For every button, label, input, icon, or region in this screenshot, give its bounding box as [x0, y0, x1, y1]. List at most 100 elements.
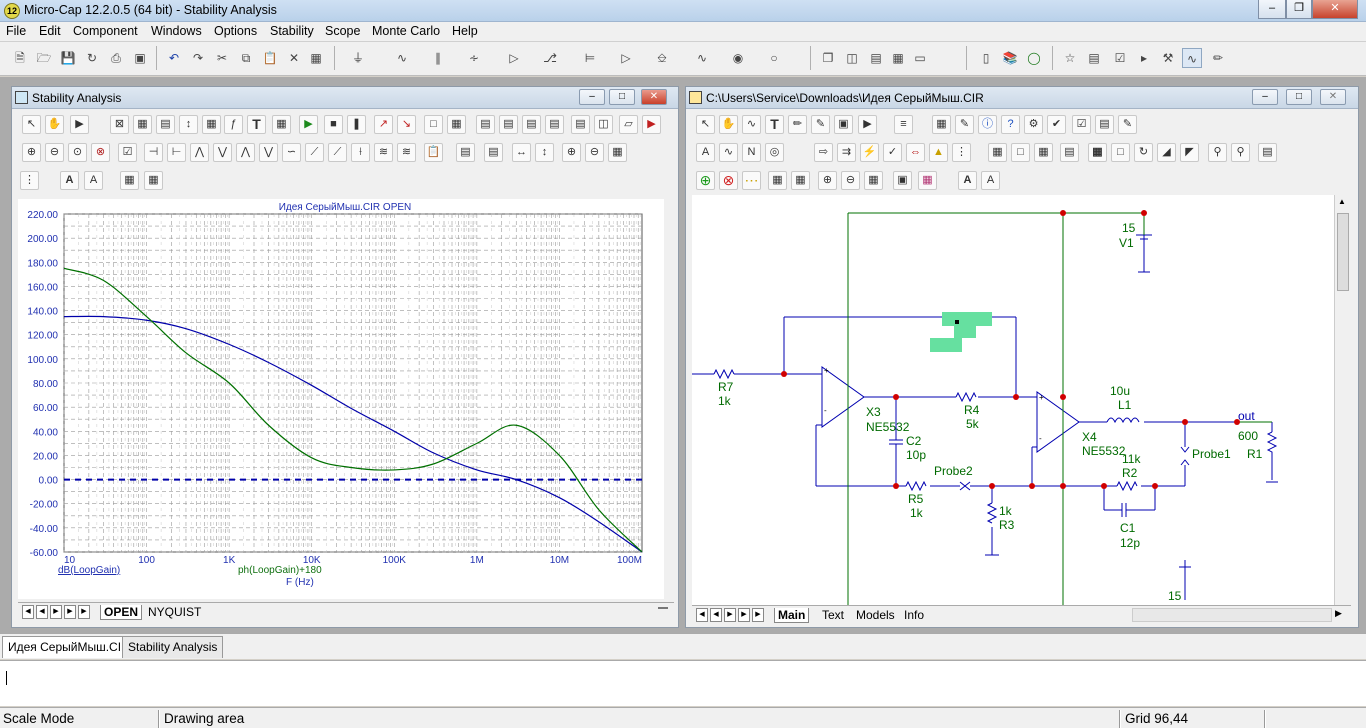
fit-y-icon[interactable]: ↕ [535, 143, 554, 162]
r7-value[interactable]: 1k [718, 394, 732, 408]
node-numbers-icon[interactable]: N [742, 143, 761, 162]
v1-value[interactable]: 15 [1122, 221, 1136, 235]
remove-icon[interactable]: ⊗ [719, 171, 738, 190]
peak-icon[interactable]: ⋀ [190, 143, 209, 162]
stability-plot[interactable]: Идея СерыйМыш.CIR OPEN 220.00 200.00 180.0… [18, 199, 664, 599]
options-icon[interactable]: ☑ [118, 143, 137, 162]
zoom-in-icon[interactable]: ⊕ [818, 171, 837, 190]
zoom-out-icon[interactable]: ⊖ [45, 143, 64, 162]
group-icon[interactable]: ▦ [120, 171, 139, 190]
edit-icon[interactable]: ✎ [1118, 115, 1137, 134]
zoom-reset-icon[interactable]: ⊗ [91, 143, 110, 162]
currents-icon[interactable]: ⇉ [837, 143, 856, 162]
node-names-icon[interactable]: ∿ [719, 143, 738, 162]
r5-name[interactable]: R5 [908, 492, 924, 506]
global-low-icon[interactable]: ⟊ [351, 143, 370, 162]
find-next-icon[interactable]: ⚲ [1231, 143, 1250, 162]
plot-format-icon[interactable]: ▤ [499, 115, 518, 134]
wizard-icon[interactable]: ☆ [1060, 48, 1080, 68]
undo-icon[interactable]: ↶ [164, 48, 184, 68]
inductor-icon[interactable]: ∻ [464, 48, 484, 68]
pan-icon[interactable]: ✋ [719, 115, 738, 134]
r4-name[interactable]: R4 [964, 403, 980, 417]
r3-value[interactable]: 1k [999, 504, 1013, 518]
last-page-icon[interactable]: ▶ [78, 605, 90, 619]
step-icon[interactable]: ↗ [374, 115, 393, 134]
grid-icon[interactable]: ⋮ [952, 143, 971, 162]
r4-value[interactable]: 5k [966, 417, 980, 431]
ungroup-icon[interactable]: ▦ [144, 171, 163, 190]
bottom-icon[interactable]: ≋ [397, 143, 416, 162]
x3-model[interactable]: NE5532 [866, 420, 910, 434]
zoom-in-icon[interactable]: ⊕ [22, 143, 41, 162]
x4-model[interactable]: NE5532 [1082, 444, 1126, 458]
save-icon[interactable]: 💾 [58, 48, 78, 68]
valley-icon[interactable]: ⋁ [213, 143, 232, 162]
attribute-text-icon[interactable]: A [696, 143, 715, 162]
rectangle-icon[interactable]: □ [1111, 143, 1130, 162]
pin-connections-icon[interactable]: ◎ [765, 143, 784, 162]
text-tool-icon[interactable]: T [247, 115, 266, 134]
fit-x-icon[interactable]: ↔ [512, 143, 531, 162]
scale-icon[interactable]: ⊠ [110, 115, 129, 134]
diode-icon[interactable]: ▷ [504, 48, 524, 68]
tab-text[interactable]: Text [822, 608, 844, 622]
minimize-icon[interactable]: – [1252, 89, 1278, 105]
component-panel-icon[interactable]: ▯ [976, 48, 996, 68]
font-icon[interactable]: A [958, 171, 977, 190]
restore-icon[interactable]: ❐ [1286, 0, 1312, 19]
plot-window-icon[interactable]: ▱ [619, 115, 638, 134]
r5-value[interactable]: 1k [910, 506, 924, 520]
zoom-box-icon[interactable]: ▦ [133, 115, 152, 134]
r3-name[interactable]: R3 [999, 518, 1015, 532]
next-page-icon[interactable]: ▶ [724, 608, 736, 622]
r2-name[interactable]: R2 [1122, 466, 1138, 480]
pause-icon[interactable]: ❚ [347, 115, 366, 134]
open-file-icon[interactable]: 🗁 [34, 48, 54, 68]
close-icon[interactable]: ✕ [1312, 0, 1358, 19]
close-icon[interactable]: ✕ [641, 89, 667, 105]
numeric-output-icon[interactable]: ▤ [484, 143, 503, 162]
paste-icon[interactable]: 📋 [260, 48, 280, 68]
font-icon[interactable]: A [60, 171, 79, 190]
menu-scope[interactable]: Scope [325, 24, 360, 38]
label-icon[interactable]: ▦ [202, 115, 221, 134]
properties-icon[interactable]: ▦ [272, 115, 291, 134]
picture-icon[interactable]: ▣ [834, 115, 853, 134]
tab-open[interactable]: OPEN [100, 605, 143, 620]
prev-page-icon[interactable]: ◀ [710, 608, 722, 622]
scroll-up-icon[interactable]: ▲ [1338, 197, 1346, 206]
high-icon[interactable]: ⋀ [236, 143, 255, 162]
restore-icon[interactable]: □ [1286, 89, 1312, 105]
font-size-icon[interactable]: A [981, 171, 1000, 190]
menu-edit[interactable]: Edit [39, 24, 61, 38]
node-icon[interactable]: ◉ [728, 48, 748, 68]
cursor-left-icon[interactable]: ⊣ [144, 143, 163, 162]
run-icon[interactable]: ▶ [299, 115, 318, 134]
node-numbers-icon[interactable]: ▸ [1134, 48, 1154, 68]
first-page-icon[interactable]: ◀ [22, 605, 34, 619]
globe-icon[interactable]: ◯ [1024, 48, 1044, 68]
x3-name[interactable]: X3 [866, 405, 881, 419]
horizontal-scrollbar[interactable] [1132, 608, 1332, 622]
battery-icon[interactable]: ⊨ [580, 48, 600, 68]
list-icon[interactable]: ▤ [1095, 115, 1114, 134]
redo-icon[interactable]: ↷ [188, 48, 208, 68]
magnify-box-icon[interactable]: ▦ [608, 143, 627, 162]
group-icon[interactable]: ▦ [768, 171, 787, 190]
tile-horizontal-icon[interactable]: ▤ [866, 48, 886, 68]
step-back-icon[interactable]: ↘ [397, 115, 416, 134]
save-all-icon[interactable]: ↻ [82, 48, 102, 68]
out-node-label[interactable]: out [1238, 409, 1255, 423]
node-voltages-icon[interactable]: ⇨ [814, 143, 833, 162]
new-file-icon[interactable]: 🗎 [10, 48, 30, 68]
schematic-canvas[interactable]: 15 V1 R7 1k X3 NE5532 C2 10p R4 5k X4 NE… [692, 195, 1334, 605]
r7-name[interactable]: R7 [718, 380, 734, 394]
camera-icon[interactable]: ▣ [893, 171, 912, 190]
clipboard-icon[interactable]: 📋 [424, 143, 443, 162]
print-preview-icon[interactable]: ▣ [130, 48, 150, 68]
pin-markers-icon[interactable]: ⇔ [906, 143, 925, 162]
l1-value[interactable]: 10u [1110, 384, 1130, 398]
info-tool-icon[interactable]: ▶ [858, 115, 877, 134]
pencil-icon[interactable]: ✎ [955, 115, 974, 134]
